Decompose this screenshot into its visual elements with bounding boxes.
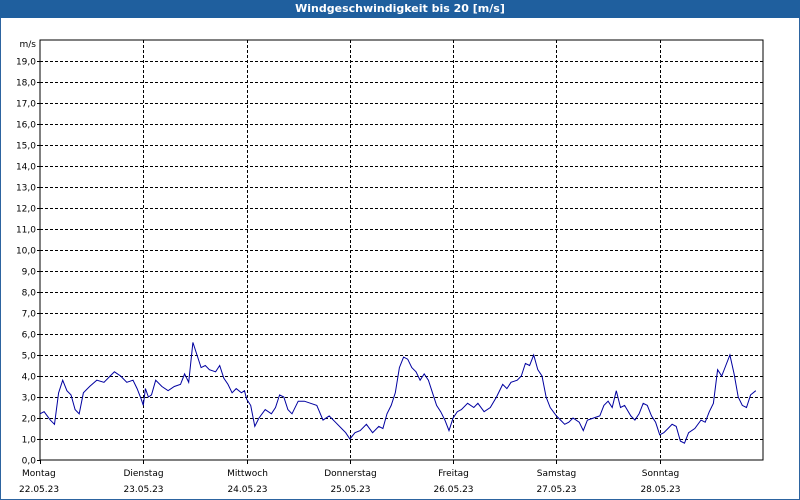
x-tick-label-date: 23.05.23 (123, 485, 163, 495)
x-tick-label-day: Montag (22, 469, 56, 479)
x-tick-label-day: Dienstag (123, 469, 163, 479)
y-tick-label: 1,0 (22, 436, 37, 446)
y-tick-label: 18,0 (16, 79, 36, 89)
x-tick-label-date: 24.05.23 (227, 485, 267, 495)
y-tick-label: 7,0 (22, 310, 37, 320)
y-tick-label: 5,0 (22, 352, 37, 362)
x-tick-label-date: 22.05.23 (19, 485, 59, 495)
x-tick-label-day: Samstag (537, 469, 576, 479)
y-axis-label: m/s (20, 40, 37, 50)
y-tick-label: 2,0 (22, 415, 37, 425)
y-tick-label: 3,0 (22, 394, 37, 404)
y-tick-label: 8,0 (22, 289, 37, 299)
wind-speed-chart: 0,0 1,0 2,0 3,0 4,0 5,0 6,0 7,0 8,0 9,0 10,0 11,0 12… (16, 39, 764, 495)
y-tick-label: 4,0 (22, 373, 37, 383)
y-tick-label: 19,0 (16, 58, 36, 68)
y-tick-label: 12,0 (16, 205, 36, 215)
y-tick-label: 15,0 (16, 142, 36, 152)
wind-speed-line (39, 342, 757, 444)
y-tick-label: 17,0 (16, 100, 36, 110)
x-tick-label-day: Mittwoch (227, 469, 268, 479)
x-tick-label-day: Donnerstag (324, 469, 377, 479)
y-tick-label: 6,0 (22, 331, 37, 341)
x-tick-label-date: 25.05.23 (330, 485, 370, 495)
y-tick-label: 0,0 (22, 457, 37, 467)
x-tick-label-date: 27.05.23 (536, 485, 576, 495)
x-tick-label-date: 28.05.23 (640, 485, 680, 495)
y-tick-label: 16,0 (16, 121, 36, 131)
y-tick-label: 9,0 (22, 268, 37, 278)
y-tick-label: 10,0 (16, 247, 36, 257)
y-tick-label: 11,0 (16, 226, 36, 236)
x-tick-label-date: 26.05.23 (433, 485, 473, 495)
y-tick-label: 14,0 (16, 163, 36, 173)
x-tick-label-day: Sonntag (642, 469, 679, 479)
x-tick-label-day: Freitag (438, 469, 469, 479)
y-tick-label: 13,0 (16, 184, 36, 194)
